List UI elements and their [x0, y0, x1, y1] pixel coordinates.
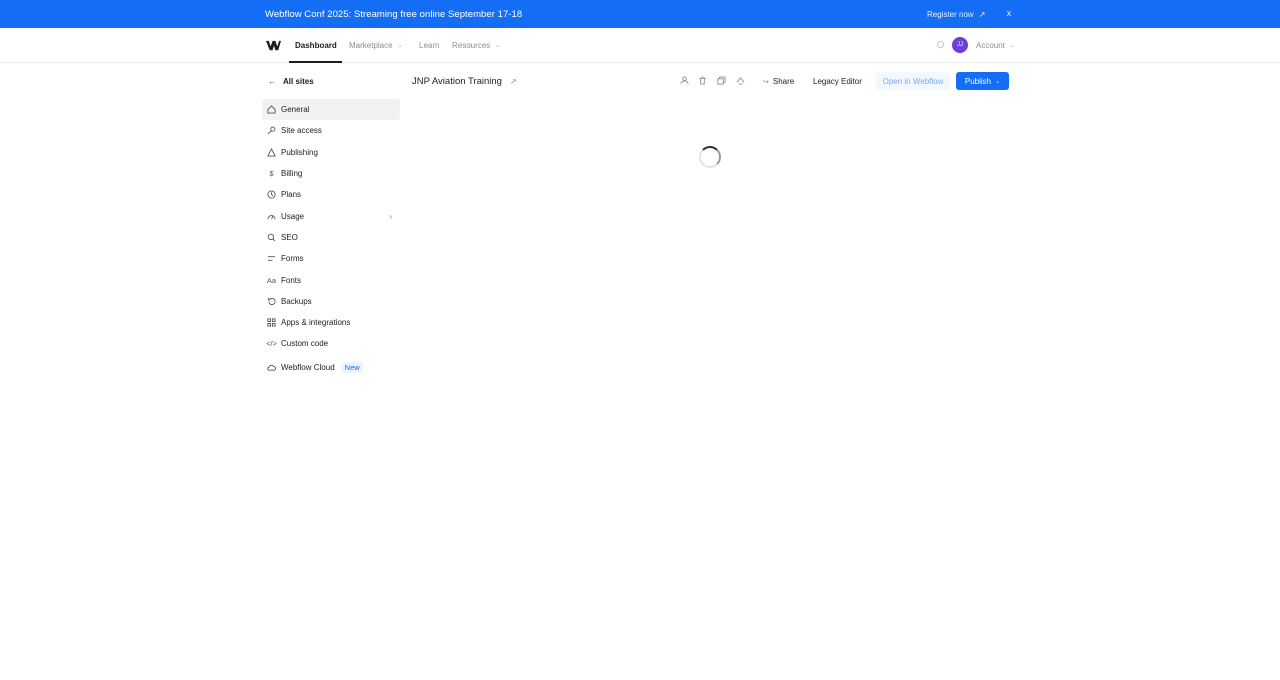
share-label: Share — [772, 77, 795, 86]
webflow-logo-icon[interactable] — [266, 40, 281, 51]
nav-learn[interactable]: Learn — [419, 41, 439, 50]
sidebar-item-label: Usage — [281, 211, 305, 221]
legacy-editor-button[interactable]: Legacy Editor — [813, 77, 862, 86]
link-icon: ↪ — [763, 78, 769, 86]
share-button[interactable]: ↪ Share — [763, 77, 794, 86]
chevron-down-icon: ⌄ — [495, 43, 501, 49]
forms-icon — [267, 254, 276, 263]
nav-dashboard[interactable]: Dashboard — [295, 41, 337, 50]
banner-text: Webflow Conf 2025: Streaming free online… — [265, 9, 523, 20]
sidebar-item-label: Billing — [281, 169, 303, 179]
sidebar-item-label: Custom code — [281, 339, 329, 349]
sidebar-item-forms[interactable]: Forms — [262, 248, 400, 269]
plans-icon — [267, 190, 276, 199]
announcement-banner: Webflow Conf 2025: Streaming free online… — [0, 0, 1280, 28]
sidebar-item-label: Apps & integrations — [281, 318, 351, 328]
site-title-text: JNP Aviation Training — [412, 76, 502, 87]
publish-label: Publish — [964, 76, 992, 86]
nav-resources-label: Resources — [452, 41, 491, 50]
chevron-down-icon: ⌄ — [1009, 43, 1015, 49]
sidebar-item-label: Forms — [281, 254, 304, 264]
external-link-icon[interactable]: ↗ — [510, 77, 517, 86]
apps-icon — [267, 318, 276, 327]
nav-dashboard-label: Dashboard — [295, 41, 337, 50]
sidebar-item-seo[interactable]: SEO — [262, 227, 400, 248]
account-label: Account — [976, 41, 1005, 50]
active-tab-underline — [289, 61, 342, 63]
all-sites-label: All sites — [283, 77, 314, 86]
sidebar-item-custom-code[interactable]: </> Custom code — [262, 333, 400, 354]
sidebar-item-backups[interactable]: Backups — [262, 291, 400, 312]
settings-sidebar: General Site access Publishing $ Billing… — [262, 99, 400, 378]
sidebar-item-label: Plans — [281, 190, 302, 200]
register-now-link[interactable]: Register now ↗ — [927, 10, 985, 19]
search-icon — [267, 233, 276, 242]
loading-spinner — [699, 146, 721, 168]
sidebar-item-label: Fonts — [281, 275, 302, 285]
sidebar-item-general[interactable]: General — [262, 99, 400, 121]
account-menu[interactable]: Account ⌄ — [976, 41, 1015, 50]
all-sites-link[interactable]: ← All sites — [268, 77, 314, 86]
avatar[interactable]: JJ — [952, 37, 968, 53]
sidebar-item-billing[interactable]: $ Billing — [262, 163, 400, 184]
sidebar-item-plans[interactable]: Plans — [262, 184, 400, 205]
arrow-left-icon: ← — [268, 77, 276, 86]
home-icon — [267, 105, 276, 114]
chevron-down-icon: ⌄ — [397, 43, 403, 49]
sidebar-item-label: Webflow Cloud — [281, 362, 335, 372]
sidebar-item-site-access[interactable]: Site access — [262, 120, 400, 141]
sidebar-item-label: General — [281, 105, 310, 115]
new-badge: New — [341, 361, 363, 373]
publish-icon — [267, 147, 276, 157]
user-icon[interactable] — [679, 76, 689, 86]
nav-marketplace[interactable]: Marketplace ⌄ — [349, 41, 403, 50]
open-in-webflow-button[interactable]: Open in Webflow — [876, 72, 950, 90]
transfer-icon[interactable] — [735, 76, 745, 86]
nav-learn-label: Learn — [419, 41, 440, 50]
close-banner-button[interactable]: x — [1005, 8, 1013, 18]
code-icon: </> — [266, 339, 277, 349]
publish-button[interactable]: Publish ⌄ — [956, 72, 1009, 90]
sidebar-item-fonts[interactable]: Aa Fonts — [262, 269, 400, 290]
chevron-down-icon: ⌄ — [995, 78, 1001, 85]
sidebar-item-label: Site access — [281, 126, 322, 136]
top-navigation: Dashboard Marketplace ⌄ Learn Resources … — [0, 28, 1280, 63]
cloud-icon — [267, 363, 276, 372]
duplicate-icon[interactable] — [716, 76, 726, 86]
page-title: JNP Aviation Training ↗ — [412, 76, 517, 87]
register-now-label: Register now — [927, 10, 974, 19]
nav-marketplace-label: Marketplace — [349, 41, 393, 50]
backup-icon — [267, 297, 276, 306]
sidebar-item-label: Backups — [281, 296, 312, 306]
key-icon — [267, 126, 276, 135]
sidebar-item-label: SEO — [281, 232, 298, 242]
usage-icon — [267, 212, 276, 221]
nav-resources[interactable]: Resources ⌄ — [452, 41, 500, 50]
sidebar-item-publishing[interactable]: Publishing — [262, 142, 400, 163]
help-icon[interactable] — [937, 41, 944, 48]
sidebar-item-webflow-cloud[interactable]: Webflow Cloud New — [262, 357, 400, 378]
fonts-icon: Aa — [266, 275, 277, 285]
sidebar-item-label: Publishing — [281, 147, 318, 157]
dollar-icon: $ — [269, 169, 274, 179]
sidebar-item-usage[interactable]: Usage › — [262, 205, 400, 226]
arrow-up-right-icon: ↗ — [978, 10, 986, 19]
sidebar-item-apps-integrations[interactable]: Apps & integrations — [262, 312, 400, 333]
chevron-right-icon: › — [389, 211, 392, 221]
trash-icon[interactable] — [697, 76, 707, 86]
